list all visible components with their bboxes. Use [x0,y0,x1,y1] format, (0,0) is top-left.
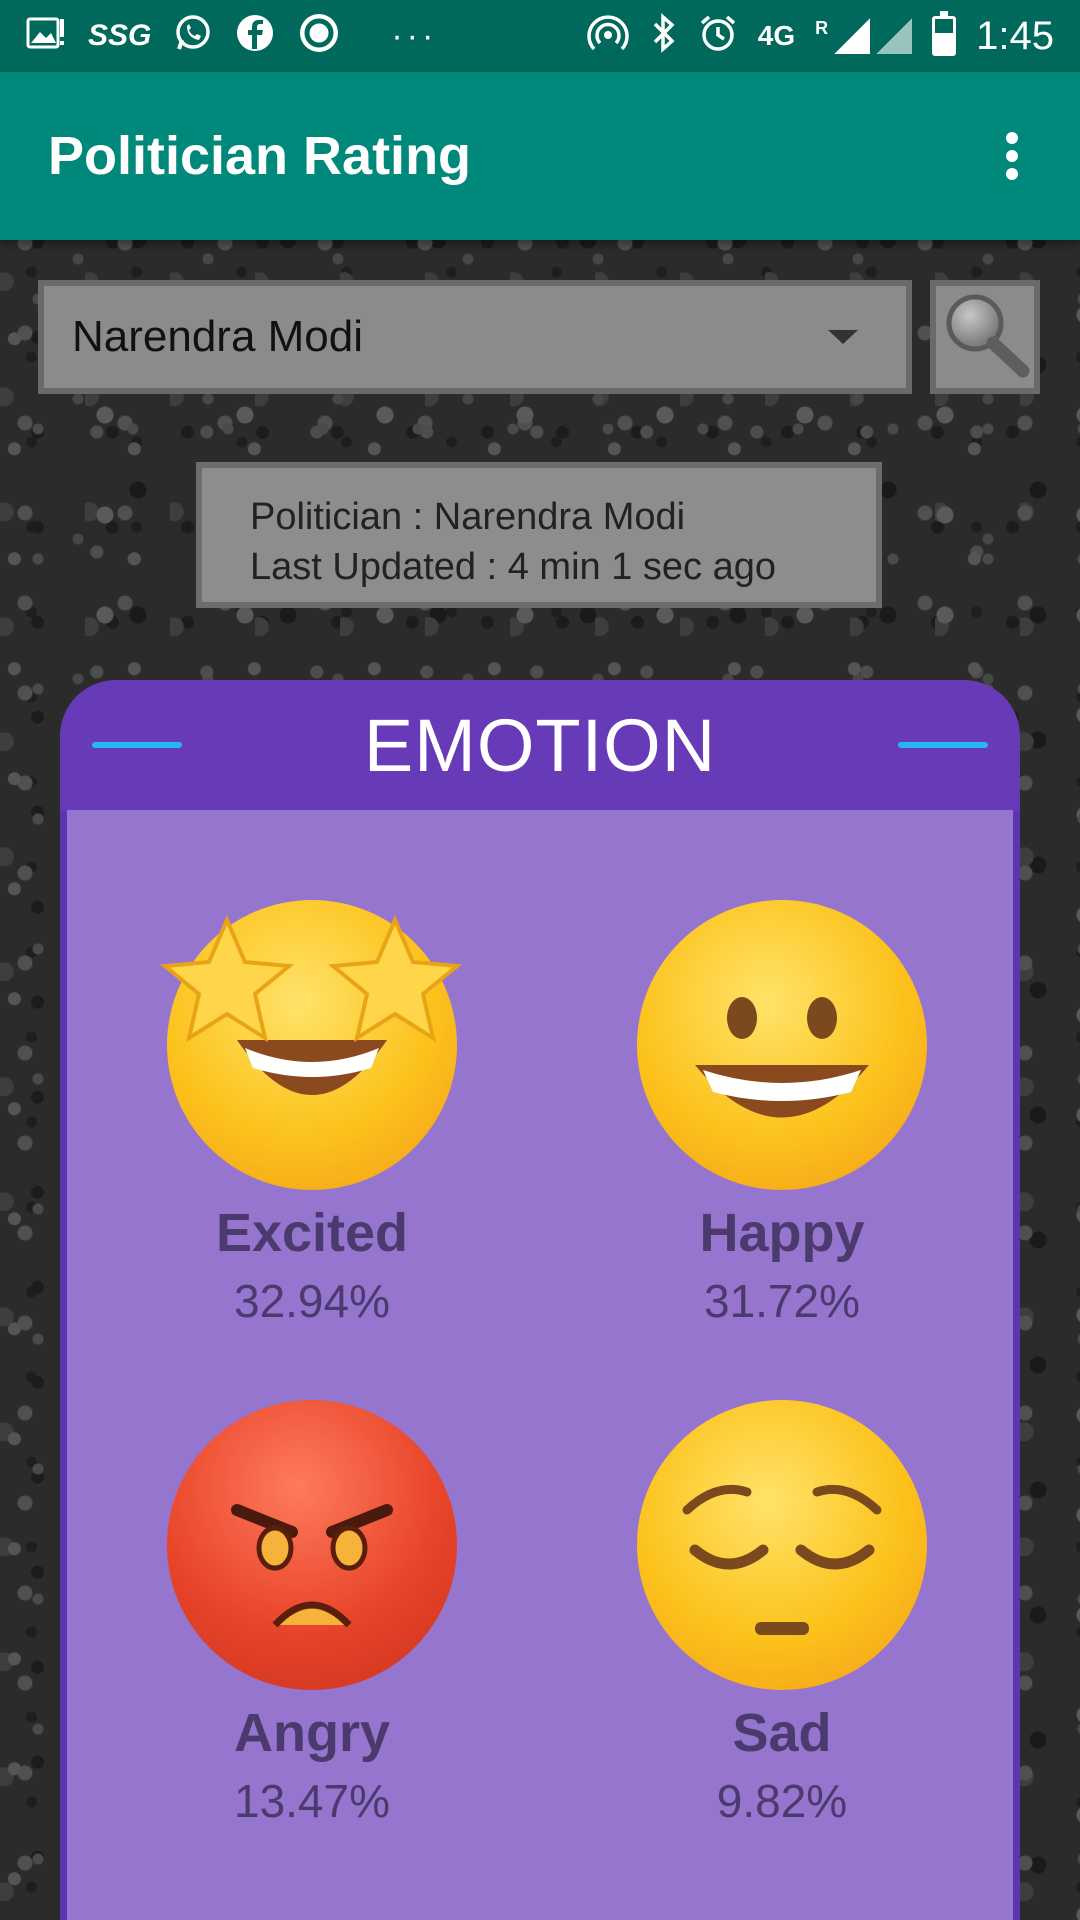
emotion-card-body: Excited 32.94% Happy 31.72% Angry 13.47%… [60,810,1020,1920]
app-bar: Politician Rating [0,72,1080,240]
hotspot-icon [586,13,630,60]
emotion-percent: 13.47% [233,1775,390,1827]
header-accent-line [92,742,182,748]
politician-dropdown[interactable]: Narendra Modi [38,280,912,394]
politician-dropdown-value: Narendra Modi [72,312,364,361]
roaming-indicator: R [815,18,829,38]
carrier-label: SSG [88,19,152,52]
clock: 1:45 [976,13,1054,58]
politician-info-box: Politician : Narendra Modi Last Updated … [196,462,882,608]
network-type-label: 4G [757,20,796,51]
emotion-label: Angry [233,1703,390,1763]
header-accent-line [898,742,988,748]
grinning-face-icon [637,900,927,1190]
app-ring-icon [297,11,341,62]
emotion-card-header: EMOTION [60,680,1020,810]
politician-name-line: Politician : Narendra Modi [250,496,686,538]
app-title: Politician Rating [48,126,472,186]
signal-sim1-icon [834,18,871,54]
facebook-icon [235,13,275,60]
emotion-percent: 9.82% [716,1775,848,1827]
emotion-item-angry: Angry 13.47% [112,1400,512,1828]
search-icon [937,287,1033,388]
star-struck-face-icon [159,900,463,1190]
emotion-item-excited: Excited 32.94% [112,900,512,1328]
emotion-card: EMOTION Excited 32.94% Happy 31.72% Angr… [60,680,1020,1920]
gallery-notification-icon [26,15,66,58]
bluetooth-icon [650,12,678,60]
dropdown-caret-icon [828,330,858,344]
pensive-face-icon [637,1400,927,1690]
overflow-dot [1006,132,1018,144]
overflow-menu-button[interactable] [992,126,1032,186]
signal-sim2-icon [876,18,913,54]
status-bar: SSG ··· 4G R 1:45 [0,0,1080,72]
emotion-label: Excited [215,1203,409,1263]
search-button[interactable] [930,280,1040,394]
emotion-item-sad: Sad 9.82% [582,1400,982,1828]
alarm-icon [698,13,738,60]
more-notifications-icon: ··· [391,16,438,55]
emotion-label: Sad [732,1703,832,1763]
whatsapp-icon [173,13,213,60]
last-updated-line: Last Updated : 4 min 1 sec ago [250,546,776,588]
angry-face-icon [167,1400,457,1690]
emotion-percent: 32.94% [233,1275,390,1327]
emotion-percent: 31.72% [703,1275,860,1327]
battery-icon [932,11,957,56]
emotion-card-title: EMOTION [363,703,717,787]
emotion-label: Happy [699,1203,865,1263]
overflow-dot [1006,168,1018,180]
emotion-item-happy: Happy 31.72% [582,900,982,1328]
overflow-dot [1006,150,1018,162]
